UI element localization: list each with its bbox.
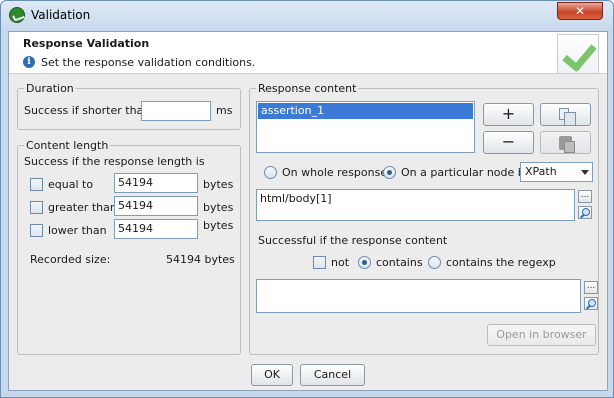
response-content-group: Response content assertion_1 + − On whol… [249, 82, 599, 355]
dialog-body: Response Validation i Set the response v… [8, 31, 608, 391]
node-type-select[interactable]: XPath [520, 162, 593, 182]
cancel-button[interactable]: Cancel [300, 364, 365, 386]
not-label: not [331, 256, 350, 269]
contains-label: contains [376, 256, 423, 269]
title-bar[interactable]: Validation ✕ [1, 1, 613, 31]
duration-group: Duration Success if shorter than ms [17, 82, 241, 130]
particular-node-radio[interactable] [383, 166, 396, 179]
response-content-group-title: Response content [256, 82, 359, 95]
equal-to-input[interactable]: 54194 [114, 173, 198, 193]
app-logo-icon [9, 7, 25, 23]
success-content-label: Successful if the response content [258, 234, 448, 247]
whole-response-radio[interactable] [264, 166, 277, 179]
lower-than-checkbox[interactable] [30, 224, 43, 237]
validation-dialog: Validation ✕ Response Validation i Set t… [0, 0, 614, 398]
list-item[interactable]: assertion_1 [258, 103, 473, 119]
window-title: Validation [31, 8, 91, 22]
content-length-group: Content length Success if the response l… [17, 139, 241, 355]
header-title: Response Validation [23, 37, 150, 50]
equal-to-unit: bytes [203, 178, 234, 191]
whole-response-label: On whole response [282, 166, 388, 179]
header-subtitle: Set the response validation conditions. [41, 56, 256, 69]
greater-than-label: greater than [48, 201, 117, 214]
lower-than-label: lower than [48, 224, 107, 237]
node-type-value: XPath [525, 165, 557, 178]
equal-to-checkbox[interactable] [30, 178, 43, 191]
content-value-input[interactable] [256, 279, 581, 313]
particular-node-label: On a particular node by [401, 166, 532, 179]
recorded-size-value: 54194 bytes [166, 253, 235, 266]
regexp-label: contains the regexp [446, 256, 556, 269]
paste-icon [559, 136, 575, 153]
ok-button[interactable]: OK [251, 364, 293, 386]
regexp-radio[interactable] [428, 256, 441, 269]
duration-group-title: Duration [24, 82, 76, 95]
paste-assertion-button[interactable] [540, 131, 591, 154]
chevron-down-icon [581, 170, 589, 175]
add-assertion-button[interactable]: + [483, 103, 534, 126]
content-search-icon[interactable] [584, 297, 598, 310]
content-length-group-title: Content length [24, 139, 111, 152]
node-path-browse-button[interactable]: ... [578, 190, 592, 203]
greater-than-unit: bytes [203, 201, 234, 214]
copy-icon [559, 108, 576, 126]
close-window-button[interactable]: ✕ [557, 2, 603, 20]
contains-radio[interactable] [358, 256, 371, 269]
greater-than-input[interactable]: 54194 [114, 196, 198, 216]
assertion-list[interactable]: assertion_1 [256, 101, 475, 153]
duration-success-label: Success if shorter than [24, 104, 151, 117]
content-length-intro: Success if the response length is [24, 155, 205, 168]
equal-to-label: equal to [48, 178, 94, 191]
node-path-search-icon[interactable] [578, 206, 592, 219]
content-browse-button[interactable]: ... [584, 281, 598, 294]
dialog-header: Response Validation i Set the response v… [9, 32, 607, 74]
remove-assertion-button[interactable]: − [483, 131, 534, 154]
lower-than-unit: bytes [203, 219, 234, 232]
checkmark-icon [557, 34, 599, 74]
node-path-input[interactable]: html/body[1] [256, 189, 575, 221]
lower-than-input[interactable]: 54194 [114, 219, 198, 239]
copy-assertion-button[interactable] [540, 103, 591, 126]
recorded-size-label: Recorded size: [30, 253, 111, 266]
not-checkbox[interactable] [313, 256, 326, 269]
open-in-browser-button[interactable]: Open in browser [487, 324, 596, 346]
info-icon: i [23, 56, 35, 68]
duration-unit: ms [216, 104, 233, 117]
duration-input[interactable] [141, 101, 211, 121]
greater-than-checkbox[interactable] [30, 201, 43, 214]
